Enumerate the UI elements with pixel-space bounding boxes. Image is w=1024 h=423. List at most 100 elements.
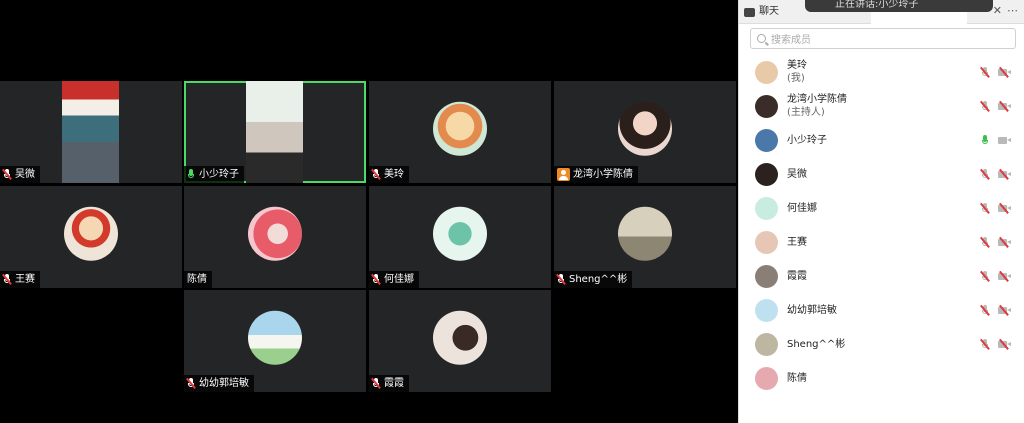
avatar xyxy=(755,60,778,84)
toast-text: 正在讲话:小少玲子 xyxy=(835,0,919,10)
panel-header: 聊天 正在讲话:小少玲子 ✕ ⋯ xyxy=(739,0,1024,24)
mic-muted-icon[interactable] xyxy=(979,67,990,78)
list-item[interactable]: 幼幼郭培敏 xyxy=(739,293,1024,327)
speaking-toast: 正在讲话:小少玲子 xyxy=(805,0,993,12)
list-item[interactable]: 霞霞 xyxy=(739,259,1024,293)
video-tile-chenqian[interactable]: 陈倩 xyxy=(184,186,366,288)
tab-chat-label: 聊天 xyxy=(759,6,779,17)
member-name: 幼幼郭培敏 xyxy=(787,304,837,316)
member-name: 何佳娜 xyxy=(787,202,817,214)
avatar xyxy=(248,206,302,261)
mic-muted-icon[interactable] xyxy=(979,271,990,282)
avatar xyxy=(433,310,487,365)
member-name: 陈倩 xyxy=(787,372,807,384)
tile-name-label: Sheng^^彬 xyxy=(554,271,633,288)
video-tile-xiaxia[interactable]: 霞霞 xyxy=(369,290,551,392)
mic-on-icon[interactable] xyxy=(981,135,989,146)
mic-muted-icon xyxy=(1,274,12,285)
video-tile-hejiana[interactable]: 何佳娜 xyxy=(369,186,551,288)
avatar xyxy=(755,264,778,288)
member-name: 美玲 xyxy=(787,60,807,71)
video-tile-longwan-chenqian[interactable]: 龙湾小学陈倩 xyxy=(554,81,736,183)
member-role: (我) xyxy=(787,73,805,84)
avatar xyxy=(755,366,778,390)
mic-muted-icon[interactable] xyxy=(979,203,990,214)
more-icon[interactable]: ⋯ xyxy=(1007,4,1018,17)
mic-muted-icon[interactable] xyxy=(979,237,990,248)
avatar xyxy=(755,332,778,356)
list-item[interactable]: 美玲 (我) xyxy=(739,55,1024,89)
member-role: (主持人) xyxy=(787,107,825,118)
mic-muted-icon[interactable] xyxy=(979,101,990,112)
camera-off-icon[interactable] xyxy=(998,101,1012,112)
mic-muted-icon xyxy=(555,274,566,285)
avatar xyxy=(248,310,302,365)
search-icon xyxy=(757,34,766,43)
video-tile-youyou-guopeimin[interactable]: 幼幼郭培敏 xyxy=(184,290,366,392)
avatar xyxy=(755,162,778,186)
tab-members[interactable] xyxy=(871,12,967,24)
camera-icon[interactable] xyxy=(998,136,1012,145)
close-icon[interactable]: ✕ xyxy=(993,4,1002,17)
member-list: 美玲 (我) 龙湾小学陈倩 (主持人) 小少玲子 吴微 何佳娜 王赛 霞霞 幼幼… xyxy=(739,55,1024,395)
video-tile-wangsai[interactable]: 王赛 xyxy=(0,186,182,288)
avatar xyxy=(433,101,487,156)
member-name: 龙湾小学陈倩 xyxy=(787,94,847,105)
avatar xyxy=(755,230,778,254)
mic-muted-icon xyxy=(370,274,381,285)
camera-off-icon[interactable] xyxy=(998,339,1012,350)
list-item[interactable]: 龙湾小学陈倩 (主持人) xyxy=(739,89,1024,123)
list-item[interactable]: 吴微 xyxy=(739,157,1024,191)
avatar xyxy=(755,128,778,152)
mic-muted-icon xyxy=(370,169,381,180)
tile-name-label: 美玲 xyxy=(369,166,409,183)
participants-panel: 聊天 正在讲话:小少玲子 ✕ ⋯ 搜索成员 美玲 (我) 龙湾小学陈倩 (主持人) xyxy=(738,0,1024,423)
list-item[interactable]: 陈倩 xyxy=(739,361,1024,395)
camera-feed xyxy=(62,81,119,183)
camera-feed xyxy=(246,81,303,183)
tile-name-label: 吴微 xyxy=(0,166,40,183)
avatar xyxy=(755,94,778,118)
chat-icon xyxy=(744,7,755,17)
avatar xyxy=(433,206,487,261)
tile-name-label: 何佳娜 xyxy=(369,271,419,288)
mic-muted-icon xyxy=(370,378,381,389)
meeting-app: 吴微 小少玲子 美玲 龙湾小学陈倩 王赛 陈倩 何佳娜 Sheng^^彬 幼幼郭… xyxy=(0,0,1024,423)
camera-off-icon[interactable] xyxy=(998,237,1012,248)
list-item[interactable]: 何佳娜 xyxy=(739,191,1024,225)
search-input[interactable]: 搜索成员 xyxy=(750,28,1016,49)
tile-name-label: 龙湾小学陈倩 xyxy=(554,166,638,183)
avatar xyxy=(755,196,778,220)
mic-muted-icon[interactable] xyxy=(979,169,990,180)
member-name: Sheng^^彬 xyxy=(787,338,846,350)
mic-muted-icon[interactable] xyxy=(979,305,990,316)
list-item[interactable]: 王赛 xyxy=(739,225,1024,259)
member-name: 霞霞 xyxy=(787,270,807,282)
member-name: 王赛 xyxy=(787,236,807,248)
tab-chat[interactable]: 聊天 xyxy=(744,3,779,21)
member-name: 小少玲子 xyxy=(787,134,827,146)
mic-on-icon xyxy=(187,169,196,180)
avatar xyxy=(64,206,118,261)
search-placeholder: 搜索成员 xyxy=(771,35,811,46)
camera-off-icon[interactable] xyxy=(998,203,1012,214)
tile-name-label: 霞霞 xyxy=(369,375,409,392)
member-name: 吴微 xyxy=(787,168,807,180)
video-tile-shengbin[interactable]: Sheng^^彬 xyxy=(554,186,736,288)
video-tile-wuwei[interactable]: 吴微 xyxy=(0,81,182,183)
video-tile-xiaoshaolingzi[interactable]: 小少玲子 xyxy=(184,81,366,183)
avatar xyxy=(618,206,672,261)
camera-off-icon[interactable] xyxy=(998,305,1012,316)
mic-muted-icon xyxy=(185,378,196,389)
mic-muted-icon[interactable] xyxy=(979,339,990,350)
video-grid: 吴微 小少玲子 美玲 龙湾小学陈倩 王赛 陈倩 何佳娜 Sheng^^彬 幼幼郭… xyxy=(0,0,738,423)
avatar xyxy=(755,298,778,322)
tile-name-label: 陈倩 xyxy=(184,271,212,288)
camera-off-icon[interactable] xyxy=(998,271,1012,282)
camera-off-icon[interactable] xyxy=(998,67,1012,78)
tile-name-label: 小少玲子 xyxy=(184,166,244,183)
video-tile-meiling[interactable]: 美玲 xyxy=(369,81,551,183)
list-item[interactable]: Sheng^^彬 xyxy=(739,327,1024,361)
camera-off-icon[interactable] xyxy=(998,169,1012,180)
list-item[interactable]: 小少玲子 xyxy=(739,123,1024,157)
